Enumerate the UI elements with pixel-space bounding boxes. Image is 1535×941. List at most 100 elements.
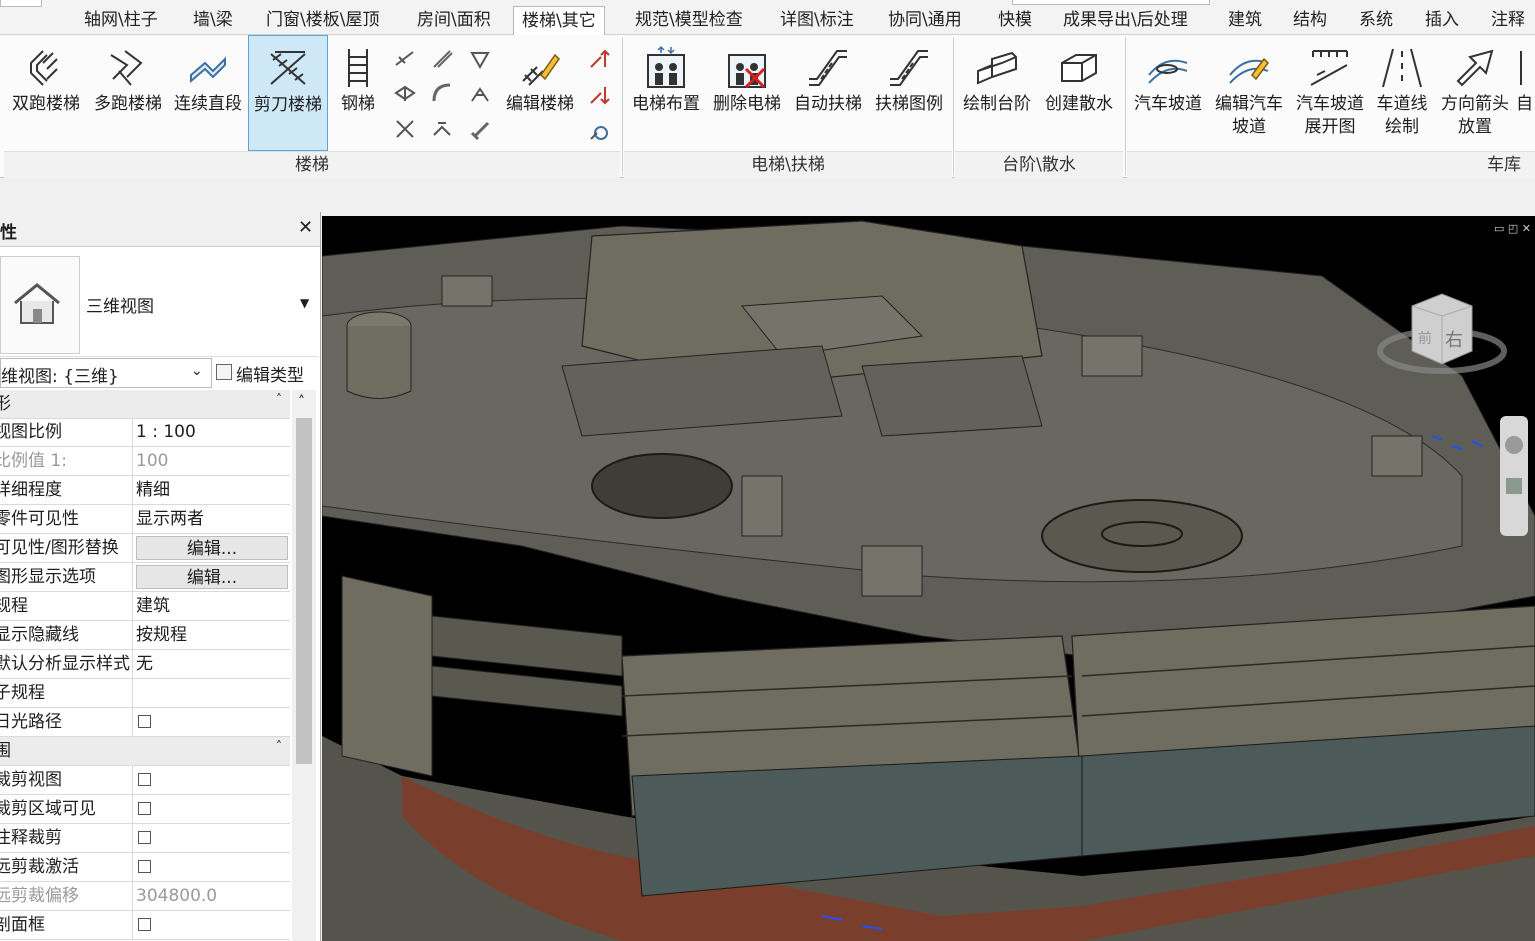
- stair-search-icon[interactable]: [587, 119, 611, 143]
- continuous-run-button[interactable]: 连续直段: [169, 35, 247, 149]
- prop-key: 远剪裁激活: [0, 853, 133, 881]
- tab-systems[interactable]: 系统: [1359, 6, 1393, 34]
- prop-value[interactable]: 按规程: [136, 621, 288, 649]
- garage-more-button[interactable]: 自: [1516, 35, 1535, 149]
- stair-tool-2-icon[interactable]: [430, 47, 454, 71]
- graphic-display-edit-button[interactable]: 编辑...: [136, 565, 288, 589]
- escalator-legend-button[interactable]: 扶梯图例: [869, 35, 949, 149]
- stair-tool-8-icon[interactable]: [430, 117, 454, 141]
- view-cube[interactable]: 右 前: [1372, 276, 1512, 386]
- stair-tool-1-icon[interactable]: [393, 47, 417, 71]
- draw-steps-button[interactable]: 绘制台阶: [957, 35, 1037, 149]
- stair-arrow-up-icon[interactable]: [587, 47, 611, 71]
- tab-stairs-other[interactable]: 楼梯\其它: [513, 6, 605, 36]
- view-cube-front-face[interactable]: 前: [1418, 328, 1432, 348]
- stair-tool-4-icon[interactable]: [393, 81, 417, 105]
- car-ramp-button[interactable]: 汽车坡道: [1128, 35, 1208, 149]
- tab-axis-column[interactable]: 轴网\柱子: [84, 6, 158, 34]
- edit-car-ramp-button[interactable]: 编辑汽车 坡道: [1209, 35, 1289, 149]
- steering-wheel-icon[interactable]: [1505, 436, 1523, 454]
- multi-run-stair-button[interactable]: 多跑楼梯: [88, 35, 168, 149]
- edit-type-button[interactable]: 编辑类型: [214, 358, 318, 386]
- tab-wall-beam[interactable]: 墙\梁: [193, 6, 233, 34]
- escalator-button[interactable]: 自动扶梯: [788, 35, 868, 149]
- section-box-checkbox[interactable]: [138, 918, 151, 931]
- scroll-up-icon[interactable]: ˄: [298, 394, 305, 410]
- search-box[interactable]: [1012, 0, 1210, 5]
- prop-value[interactable]: 建筑: [136, 592, 288, 620]
- chevron-down-icon[interactable]: ▼: [300, 296, 309, 310]
- prop-key: 规程: [0, 592, 133, 620]
- instance-dropdown[interactable]: 维视图: {三维} ⌄: [0, 358, 212, 388]
- collapse-icon[interactable]: ˄: [276, 739, 282, 753]
- navigation-bar[interactable]: [1500, 416, 1528, 536]
- direction-arrow-button[interactable]: 方向箭头 放置: [1435, 35, 1515, 149]
- garage-more-label: 自: [1516, 94, 1533, 114]
- tab-door-floor-roof[interactable]: 门窗\楼板\屋顶: [266, 6, 379, 34]
- ramp-unfold-button[interactable]: 汽车坡道 展开图: [1290, 35, 1370, 149]
- stair-tool-3-icon[interactable]: [468, 47, 492, 71]
- stair-tool-5-icon[interactable]: [430, 81, 454, 105]
- 3d-viewport[interactable]: ▭ ◰ ✕ 右 前: [322, 216, 1535, 941]
- prop-key: 日光路径: [0, 708, 133, 736]
- stair-tool-6-icon[interactable]: [468, 81, 492, 105]
- prop-row: 可见性/图形替换 编辑...: [0, 534, 290, 563]
- tab-architecture[interactable]: 建筑: [1228, 6, 1262, 34]
- tab-detail-annotation[interactable]: 详图\标注: [780, 6, 854, 34]
- close-icon[interactable]: ✕: [298, 217, 313, 238]
- section-extents-label: 围: [0, 741, 11, 761]
- section-extents[interactable]: 围 ˄: [0, 737, 290, 766]
- prop-value[interactable]: 显示两者: [136, 505, 288, 533]
- tab-code-check[interactable]: 规范\模型检查: [635, 6, 743, 34]
- prop-row: 日光路径: [0, 708, 290, 737]
- scissor-stair-button[interactable]: 剪刀楼梯: [248, 35, 328, 151]
- scroll-thumb[interactable]: [296, 418, 312, 764]
- vg-edit-button[interactable]: 编辑...: [136, 536, 288, 560]
- prop-key: 注释裁剪: [0, 824, 133, 852]
- draw-steps-label: 绘制台阶: [963, 94, 1031, 114]
- collapse-icon[interactable]: ˄: [276, 392, 282, 406]
- tab-annotate[interactable]: 注释: [1491, 6, 1525, 34]
- tab-quick-model[interactable]: 快模: [998, 6, 1032, 34]
- elevator-layout-button[interactable]: 电梯布置: [626, 35, 706, 149]
- stair-tool-9-icon[interactable]: [468, 117, 492, 141]
- prop-value: 100: [136, 451, 169, 471]
- prop-row: 显示隐藏线 按规程: [0, 621, 290, 650]
- view-cube-right-face[interactable]: 右: [1445, 326, 1463, 352]
- multi-run-stair-label: 多跑楼梯: [94, 94, 162, 114]
- sun-path-checkbox[interactable]: [138, 715, 151, 728]
- crop-region-visible-checkbox[interactable]: [138, 802, 151, 815]
- prop-row: 子规程: [0, 679, 290, 708]
- prop-value[interactable]: 1 : 100: [136, 418, 288, 446]
- stair-tool-7-icon[interactable]: [393, 117, 417, 141]
- steel-stair-button[interactable]: 钢梯: [328, 35, 388, 149]
- annotation-crop-checkbox[interactable]: [138, 831, 151, 844]
- stair-arrow-down-icon[interactable]: [587, 83, 611, 107]
- far-clip-active-checkbox[interactable]: [138, 860, 151, 873]
- prop-key: 显示隐藏线: [0, 621, 133, 649]
- properties-scrollbar[interactable]: ˄: [292, 390, 316, 941]
- lane-line-button[interactable]: 车道线 绘制: [1371, 35, 1433, 149]
- crop-view-checkbox[interactable]: [138, 773, 151, 786]
- instance-dropdown-text: 维视图: {三维}: [1, 367, 119, 387]
- tab-room-area[interactable]: 房间\面积: [417, 6, 491, 34]
- steel-stair-label: 钢梯: [341, 94, 375, 114]
- edit-stair-button[interactable]: 编辑楼梯: [500, 35, 580, 149]
- prop-value[interactable]: 精细: [136, 476, 288, 504]
- viewport-window-controls[interactable]: ▭ ◰ ✕: [1494, 222, 1534, 236]
- prop-key: 远剪裁偏移: [0, 882, 133, 910]
- prop-value[interactable]: [136, 679, 288, 707]
- type-selector[interactable]: 三维视图 ▼: [0, 254, 318, 357]
- tab-structure[interactable]: 结构: [1293, 6, 1327, 34]
- delete-elevator-button[interactable]: 删除电梯: [707, 35, 787, 149]
- create-apron-button[interactable]: 创建散水: [1038, 35, 1120, 149]
- zoom-region-icon[interactable]: [1506, 478, 1522, 494]
- section-graphics[interactable]: 形 ˄: [0, 390, 290, 419]
- tab-export[interactable]: 成果导出\后处理: [1063, 6, 1188, 34]
- steel-ladder-icon: [348, 49, 368, 87]
- double-run-stair-button[interactable]: 双跑楼梯: [5, 35, 87, 149]
- prop-value[interactable]: 无: [136, 650, 288, 678]
- edit-car-ramp-label-1: 编辑汽车: [1215, 94, 1283, 114]
- tab-collab-general[interactable]: 协同\通用: [888, 6, 962, 34]
- tab-insert[interactable]: 插入: [1425, 6, 1459, 34]
